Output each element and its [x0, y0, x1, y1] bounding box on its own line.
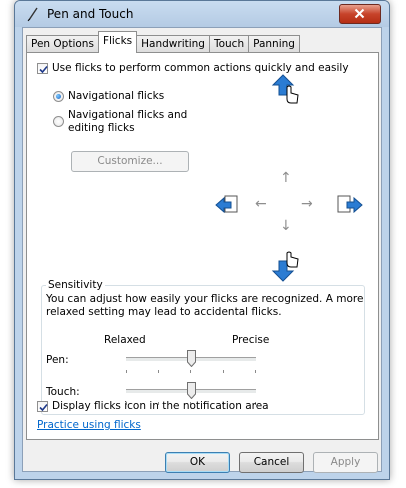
sensitivity-title: Sensitivity: [46, 279, 105, 291]
tab-panning[interactable]: Panning: [248, 35, 300, 53]
window-title: Pen and Touch: [47, 7, 134, 21]
sensitivity-description-line1: You can adjust how easily your flicks ar…: [46, 293, 364, 305]
touch-label: Touch:: [46, 386, 80, 398]
tab-handwriting[interactable]: Handwriting: [136, 35, 210, 53]
customize-button[interactable]: Customize...: [71, 151, 189, 172]
apply-button[interactable]: Apply: [313, 452, 378, 473]
display-flicks-icon-checkbox[interactable]: [37, 401, 48, 412]
title-bar: Pen and Touch: [15, 1, 389, 27]
flick-down-icon: [271, 251, 299, 282]
slider-tick: [190, 370, 191, 373]
flick-left-icon: [215, 195, 238, 214]
practice-flicks-link[interactable]: Practice using flicks: [37, 419, 141, 431]
tab-flicks[interactable]: Flicks: [97, 31, 138, 53]
display-flicks-icon-label: Display flicks icon in the notification …: [52, 400, 269, 412]
sensitivity-description-line2: relaxed setting may lead to accidental f…: [46, 306, 282, 318]
slider-tick: [126, 370, 127, 373]
flick-down-arrow: ↓: [280, 218, 292, 234]
slider-tick: [158, 370, 159, 373]
flick-right-icon: [337, 195, 363, 214]
flick-right-arrow: →: [301, 196, 313, 212]
checkmark-icon: [39, 65, 48, 74]
ok-button[interactable]: OK: [165, 452, 230, 473]
relaxed-label: Relaxed: [104, 334, 146, 346]
tab-pen-options[interactable]: Pen Options: [26, 35, 99, 53]
close-button[interactable]: [339, 4, 381, 24]
slider-tick: [255, 370, 256, 373]
dialog-body: Pen Options Flicks Handwriting Touch Pan…: [22, 27, 382, 473]
close-icon: [354, 8, 365, 19]
radio-editing-label-line1: Navigational flicks and: [68, 109, 188, 121]
radio-navigational-editing-flicks[interactable]: [53, 116, 64, 127]
flick-up-icon: [271, 74, 299, 104]
precise-label: Precise: [232, 334, 270, 346]
pen-and-touch-window: Pen and Touch Pen Options Flicks Handwri…: [14, 0, 390, 480]
radio-navigational-flicks[interactable]: [53, 91, 64, 102]
flick-left-arrow: ←: [255, 196, 267, 212]
radio-selected-dot: [56, 94, 61, 99]
pen-icon: [27, 7, 38, 22]
tab-touch[interactable]: Touch: [208, 35, 250, 53]
cancel-button[interactable]: Cancel: [239, 452, 304, 473]
sensitivity-group: Sensitivity You can adjust how easily yo…: [41, 279, 365, 415]
touch-slider-thumb[interactable]: [186, 382, 196, 399]
pen-sensitivity-slider[interactable]: [126, 350, 256, 376]
flick-up-arrow: ↑: [280, 170, 292, 186]
pen-slider-thumb[interactable]: [186, 350, 196, 367]
tab-strip: Pen Options Flicks Handwriting Touch Pan…: [26, 31, 300, 53]
use-flicks-label: Use flicks to perform common actions qui…: [52, 62, 349, 74]
radio-editing-label-line2: editing flicks: [68, 122, 135, 134]
use-flicks-checkbox[interactable]: [37, 63, 48, 74]
radio-navigational-label: Navigational flicks: [68, 90, 165, 102]
flicks-panel: Use flicks to perform common actions qui…: [26, 52, 379, 440]
pen-label: Pen:: [46, 354, 69, 366]
slider-tick: [223, 370, 224, 373]
checkmark-icon: [39, 403, 48, 412]
